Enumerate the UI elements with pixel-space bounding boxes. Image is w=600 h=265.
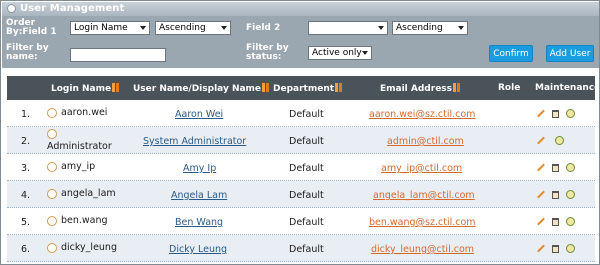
department: Default bbox=[289, 244, 324, 255]
department: Default bbox=[289, 190, 324, 201]
sort-icon[interactable] bbox=[453, 83, 461, 92]
password-icon[interactable] bbox=[555, 136, 564, 145]
sort-icon[interactable] bbox=[262, 83, 270, 92]
sort-icon[interactable] bbox=[112, 83, 120, 92]
delete-icon[interactable] bbox=[552, 245, 559, 253]
header-email[interactable]: Email Address bbox=[380, 83, 461, 94]
display-name-link[interactable]: Ben Wang bbox=[175, 217, 223, 228]
table-row: 1. aaron.wei Aaron Wei Default aaron.wei… bbox=[7, 100, 595, 127]
department: Default bbox=[289, 136, 324, 147]
password-icon[interactable] bbox=[566, 163, 575, 172]
display-name-link[interactable]: Aaron Wei bbox=[175, 109, 223, 120]
row-select-radio[interactable] bbox=[47, 162, 57, 172]
row-number: 2. bbox=[21, 136, 31, 147]
department: Default bbox=[289, 109, 324, 120]
user-management-panel: User Management Order By:Field 1 Login N… bbox=[0, 0, 600, 265]
title-bar: User Management bbox=[2, 2, 599, 16]
order-dir2-value: Ascending bbox=[396, 23, 443, 33]
order-field1-select[interactable]: Login Name bbox=[70, 21, 150, 35]
order-by-label: Order By:Field 1 bbox=[6, 18, 57, 37]
password-icon[interactable] bbox=[566, 190, 575, 199]
order-dir1-value: Ascending bbox=[159, 23, 206, 33]
display-name-link[interactable]: Angela Lam bbox=[171, 190, 227, 201]
order-field1-value: Login Name bbox=[74, 23, 128, 33]
table-row: 5. ben.wang Ben Wang Default ben.wang@sz… bbox=[7, 208, 595, 235]
row-select-radio[interactable] bbox=[47, 216, 57, 226]
order-dir2-select[interactable]: Ascending bbox=[392, 21, 468, 35]
row-number: 1. bbox=[21, 109, 31, 120]
email-link[interactable]: ben.wang@sz.ctil.com bbox=[369, 217, 476, 228]
row-number: 6. bbox=[21, 244, 31, 255]
table-row: 3. amy_ip Amy Ip Default amy_ip@ctil.com bbox=[7, 154, 595, 181]
password-icon[interactable] bbox=[566, 244, 575, 253]
window-icon bbox=[7, 4, 16, 13]
delete-icon[interactable] bbox=[552, 110, 559, 118]
edit-icon[interactable] bbox=[537, 245, 545, 253]
header-maintenance: Maintenance bbox=[535, 83, 600, 93]
header-role: Role bbox=[498, 83, 521, 93]
row-select-radio[interactable] bbox=[47, 243, 57, 253]
window-title: User Management bbox=[20, 3, 125, 14]
delete-icon[interactable] bbox=[552, 191, 559, 199]
table-row: 6. dicky_leung Dicky Leung Default dicky… bbox=[7, 235, 595, 262]
row-number: 5. bbox=[21, 217, 31, 228]
row-number: 4. bbox=[21, 190, 31, 201]
header-department[interactable]: Department bbox=[273, 83, 343, 94]
row-number: 3. bbox=[21, 163, 31, 174]
add-user-button[interactable]: Add User bbox=[546, 45, 594, 62]
password-icon[interactable] bbox=[566, 217, 575, 226]
email-link[interactable]: amy_ip@ctil.com bbox=[381, 163, 462, 174]
display-name-link[interactable]: Dicky Leung bbox=[169, 244, 227, 255]
table-header: Login Name User Name/Display Name Depart… bbox=[7, 76, 599, 100]
email-link[interactable]: aaron.wei@sz.ctil.com bbox=[369, 109, 475, 120]
filter-status-value: Active only bbox=[312, 48, 362, 58]
login-name: amy_ip bbox=[61, 161, 96, 172]
confirm-button[interactable]: Confirm bbox=[489, 45, 533, 62]
row-select-radio[interactable] bbox=[47, 189, 57, 199]
display-name-link[interactable]: Amy Ip bbox=[183, 163, 216, 174]
edit-icon[interactable] bbox=[537, 191, 545, 199]
login-name: angela_lam bbox=[61, 188, 116, 199]
edit-icon[interactable] bbox=[537, 110, 545, 118]
delete-icon[interactable] bbox=[552, 164, 559, 172]
filter-status-label: Filter by status: bbox=[246, 43, 289, 62]
edit-icon[interactable] bbox=[537, 164, 545, 172]
row-select-radio[interactable] bbox=[47, 129, 57, 139]
user-table: Login Name User Name/Display Name Depart… bbox=[7, 76, 599, 264]
edit-icon[interactable] bbox=[537, 218, 545, 226]
email-link[interactable]: admin@ctil.com bbox=[387, 136, 464, 147]
chevron-down-icon bbox=[378, 26, 384, 30]
edit-icon[interactable] bbox=[537, 137, 545, 145]
table-row: 4. angela_lam Angela Lam Default angela_… bbox=[7, 181, 595, 208]
filter-name-label: Filter by name: bbox=[6, 43, 49, 62]
header-login-name[interactable]: Login Name bbox=[51, 83, 120, 94]
table-row: 2. Administrator System Administrator De… bbox=[7, 127, 595, 154]
login-name: dicky_leung bbox=[61, 242, 117, 253]
chevron-down-icon bbox=[140, 26, 146, 30]
header-user-name[interactable]: User Name/Display Name bbox=[133, 83, 270, 94]
order-dir1-select[interactable]: Ascending bbox=[155, 21, 231, 35]
login-name: Administrator bbox=[47, 141, 112, 152]
filter-name-input[interactable] bbox=[70, 48, 166, 62]
department: Default bbox=[289, 163, 324, 174]
field2-label: Field 2 bbox=[246, 23, 281, 33]
sort-icon[interactable] bbox=[335, 83, 343, 92]
email-link[interactable]: dicky_leung@ctil.com bbox=[371, 244, 474, 255]
email-link[interactable]: angela_lam@ctil.com bbox=[373, 190, 475, 201]
chevron-down-icon bbox=[458, 26, 464, 30]
filter-status-select[interactable]: Active only bbox=[308, 46, 372, 60]
delete-icon[interactable] bbox=[552, 218, 559, 226]
login-name: aaron.wei bbox=[61, 107, 108, 118]
row-select-radio[interactable] bbox=[47, 108, 57, 118]
display-name-link[interactable]: System Administrator bbox=[143, 136, 246, 147]
filter-bar: Order By:Field 1 Login Name Ascending Fi… bbox=[2, 16, 599, 68]
password-icon[interactable] bbox=[566, 109, 575, 118]
chevron-down-icon bbox=[221, 26, 227, 30]
order-field2-select[interactable] bbox=[308, 21, 388, 35]
department: Default bbox=[289, 217, 324, 228]
login-name: ben.wang bbox=[61, 215, 108, 226]
chevron-down-icon bbox=[362, 51, 368, 55]
